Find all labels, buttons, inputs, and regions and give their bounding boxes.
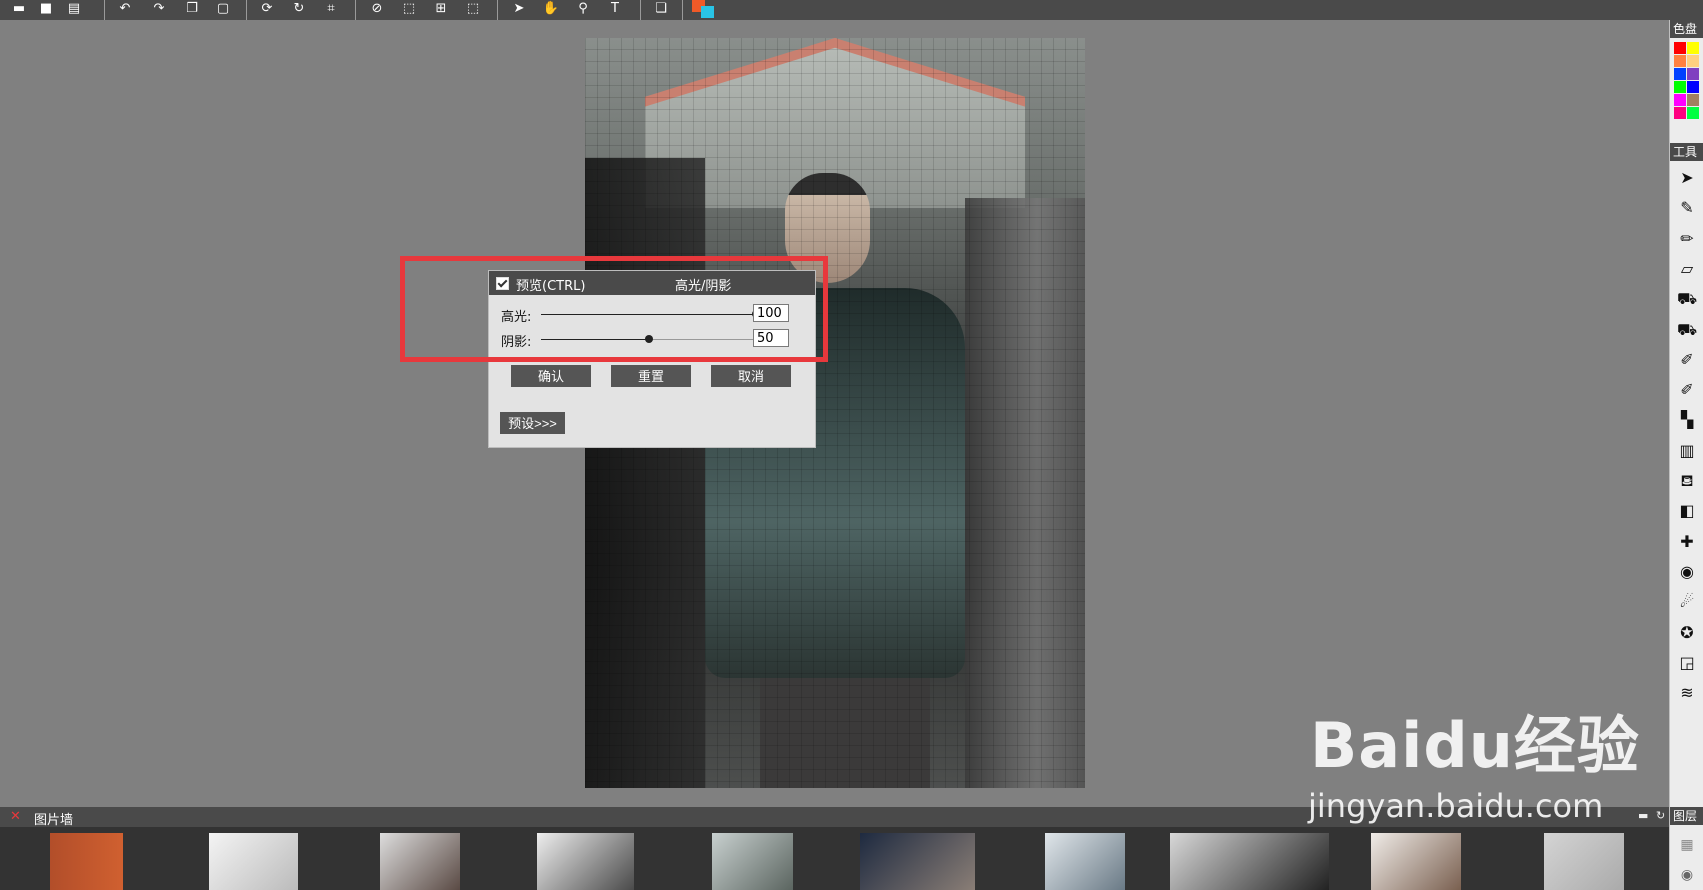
star-icon[interactable]: ✪: [1677, 623, 1697, 643]
reset-button[interactable]: 重置: [611, 365, 691, 387]
magic-select-icon[interactable]: ⊞: [432, 1, 450, 17]
palette-swatch[interactable]: [1687, 55, 1699, 67]
cancel-button[interactable]: 取消: [711, 365, 791, 387]
palette-swatch[interactable]: [1687, 107, 1699, 119]
crop-icon[interactable]: ⌗: [322, 1, 340, 17]
thumbnail[interactable]: [860, 833, 975, 890]
confirm-button[interactable]: 确认: [511, 365, 591, 387]
open-icon[interactable]: ▬: [10, 1, 28, 17]
thumbnail[interactable]: [1170, 833, 1329, 890]
preset-button[interactable]: 预设>>>: [500, 412, 565, 434]
toolbar-divider: [246, 0, 247, 20]
print-icon[interactable]: ▤: [65, 1, 83, 17]
select-icon[interactable]: ⬚: [400, 1, 418, 17]
wave-icon[interactable]: ≋: [1677, 683, 1697, 703]
palette-swatch[interactable]: [1687, 81, 1699, 93]
layers-icon[interactable]: ❏: [652, 1, 670, 17]
gradient-icon[interactable]: ▥: [1677, 441, 1697, 461]
marquee-icon[interactable]: ⬚: [464, 1, 482, 17]
refresh-icon[interactable]: ↻: [1656, 809, 1665, 822]
main-toolbar: ▬ ■ ▤ ↶ ↷ ❐ ▢ ⟳ ↻ ⌗ ⊘ ⬚ ⊞ ⬚ ➤ ✋ ⚲ T ❏: [0, 0, 1703, 20]
toolbar-divider: [104, 0, 105, 20]
thumbnail[interactable]: [1371, 833, 1461, 890]
paste-icon[interactable]: ▢: [214, 1, 232, 17]
color-swatch[interactable]: [692, 0, 714, 18]
image-wall-title: 图片墙: [34, 813, 74, 828]
palette-swatch[interactable]: [1674, 81, 1686, 93]
palette-header: 色盘: [1670, 20, 1703, 38]
gradient2-icon[interactable]: ◧: [1677, 501, 1697, 521]
heal-icon[interactable]: ✚: [1677, 532, 1697, 552]
mosaic-icon[interactable]: ▚: [1677, 410, 1697, 430]
refresh-icon[interactable]: ↻: [290, 1, 308, 17]
eraser-icon[interactable]: ▱: [1677, 259, 1697, 279]
thumbnail[interactable]: [1045, 833, 1125, 890]
brush-icon[interactable]: ✎: [1677, 198, 1697, 218]
save-icon[interactable]: ■: [37, 1, 55, 17]
pointer-icon[interactable]: ➤: [510, 1, 528, 17]
thumbnail[interactable]: [537, 833, 634, 890]
rotate-icon[interactable]: ⟳: [258, 1, 276, 17]
thumbnail[interactable]: [380, 833, 460, 890]
color-palette[interactable]: [1674, 42, 1700, 120]
smudge-icon[interactable]: ☄: [1677, 592, 1697, 612]
toolbar-divider: [640, 0, 641, 20]
layers-header: 图层: [1670, 807, 1703, 825]
zoom-icon[interactable]: ⚲: [574, 1, 592, 17]
pointer-icon[interactable]: ➤: [1677, 168, 1697, 188]
right-panel: 色盘 工具 ➤ ✎ ✏ ▱ ⛟ ⛟ ✐ ✐ ▚ ▥ ⛾ ◧ ✚ ◉ ☄ ✪ ◲ ≋ 图层 ▦ ◉: [1669, 20, 1703, 890]
image-wall-strip: [0, 827, 1669, 890]
fill-icon[interactable]: ⛾: [1677, 471, 1697, 491]
palette-swatch[interactable]: [1674, 94, 1686, 106]
layers-thumb-icon[interactable]: ▦: [1677, 835, 1697, 855]
undo-icon[interactable]: ↶: [116, 1, 134, 17]
pencil-icon[interactable]: ✏: [1677, 229, 1697, 249]
palette-swatch[interactable]: [1674, 107, 1686, 119]
palette-swatch[interactable]: [1687, 42, 1699, 54]
highlight-annotation-box: [400, 256, 828, 362]
thumbnail[interactable]: [50, 833, 123, 890]
tools-header: 工具: [1670, 143, 1703, 161]
palette-swatch[interactable]: [1687, 68, 1699, 80]
palette-swatch[interactable]: [1674, 42, 1686, 54]
palette-swatch[interactable]: [1674, 68, 1686, 80]
copy-icon[interactable]: ❐: [183, 1, 201, 17]
stamp-icon[interactable]: ⛟: [1677, 289, 1697, 309]
toolbar-divider: [497, 0, 498, 20]
redo-icon[interactable]: ↷: [150, 1, 168, 17]
hand-icon[interactable]: ✋: [542, 1, 560, 17]
toolbar-divider: [355, 0, 356, 20]
image-wall-bar: ✕ 图片墙 ▬ ↻: [0, 807, 1669, 828]
folder-icon[interactable]: ▬: [1638, 809, 1648, 822]
thumbnail[interactable]: [712, 833, 793, 890]
text-icon[interactable]: T: [606, 1, 624, 17]
thumbnail[interactable]: [209, 833, 298, 890]
palette-swatch[interactable]: [1687, 94, 1699, 106]
stamp2-icon[interactable]: ⛟: [1677, 320, 1697, 340]
redeye-icon[interactable]: ◉: [1677, 562, 1697, 582]
toolbar-divider: [682, 0, 683, 20]
close-icon[interactable]: ✕: [10, 809, 21, 824]
eye-icon[interactable]: ◉: [1677, 865, 1697, 885]
thumbnail[interactable]: [1544, 833, 1624, 890]
secondary-color[interactable]: [701, 6, 714, 18]
dodge-icon[interactable]: ✐: [1677, 350, 1697, 370]
burn-icon[interactable]: ✐: [1677, 380, 1697, 400]
eraser-icon[interactable]: ⊘: [368, 1, 386, 17]
shape-icon[interactable]: ◲: [1677, 653, 1697, 673]
palette-swatch[interactable]: [1674, 55, 1686, 67]
